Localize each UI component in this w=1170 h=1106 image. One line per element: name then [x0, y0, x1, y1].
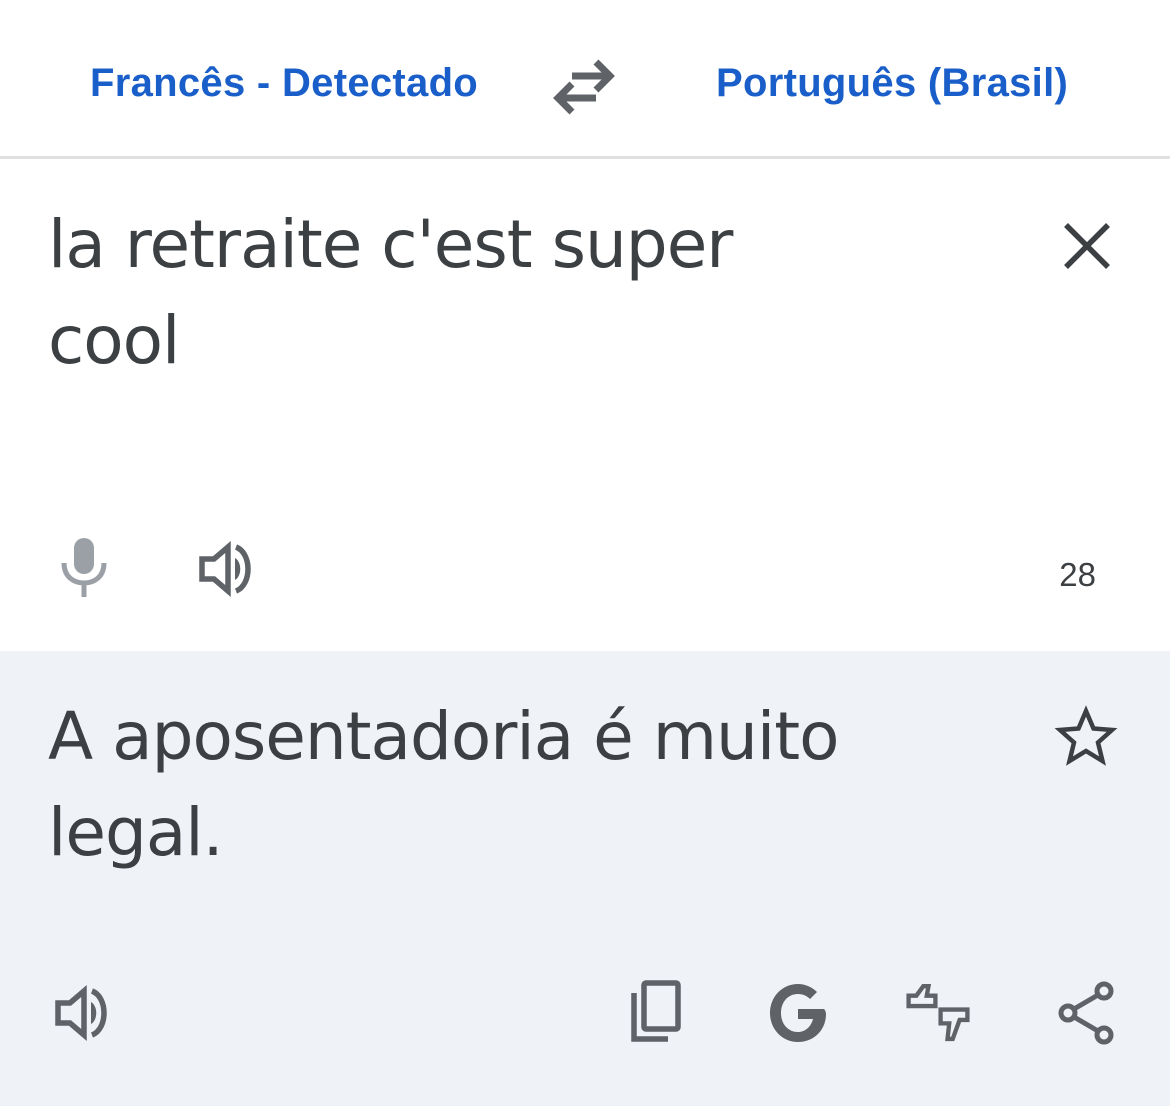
microphone-icon [61, 538, 107, 597]
source-input-area[interactable]: la retraite c'est super cool 28 [0, 159, 1170, 651]
listen-translation-button[interactable] [52, 979, 116, 1047]
translation-text: A aposentadoria é muito legal. [48, 698, 839, 871]
clear-button[interactable] [1058, 217, 1116, 275]
source-language-button[interactable]: Francês - Detectado [90, 58, 478, 108]
speaker-icon [55, 985, 107, 1041]
swap-arrows-icon [553, 59, 615, 115]
share-icon [1058, 981, 1114, 1045]
copy-button[interactable] [622, 979, 686, 1047]
translate-screen: Francês - Detectado Português (Brasil) l… [0, 0, 1170, 1106]
language-bar: Francês - Detectado Português (Brasil) [0, 0, 1170, 159]
feedback-button[interactable] [906, 979, 970, 1047]
star-icon [1054, 705, 1118, 766]
speaker-icon [199, 541, 251, 597]
microphone-button[interactable] [56, 535, 112, 599]
close-icon [1064, 223, 1110, 269]
feedback-icon [906, 984, 970, 1042]
copy-icon [631, 980, 681, 1042]
share-button[interactable] [1056, 979, 1120, 1047]
character-count: 28 [1059, 556, 1096, 593]
search-google-button[interactable] [766, 979, 830, 1047]
google-icon [770, 984, 826, 1042]
save-translation-button[interactable] [1054, 705, 1118, 769]
translation-area: A aposentadoria é muito legal. [0, 651, 1170, 1106]
listen-source-button[interactable] [196, 539, 260, 599]
target-language-button[interactable]: Português (Brasil) [716, 58, 1068, 108]
source-text[interactable]: la retraite c'est super cool [48, 197, 808, 389]
swap-languages-button[interactable] [548, 54, 620, 118]
